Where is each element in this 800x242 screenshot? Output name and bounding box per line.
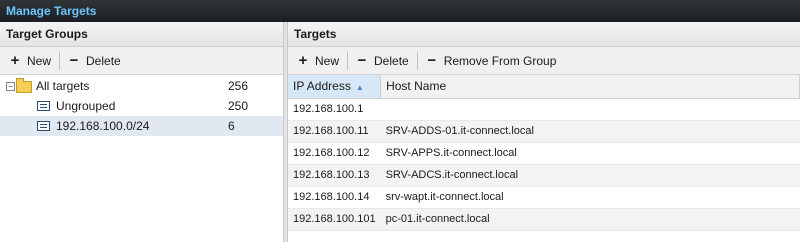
plus-icon: + bbox=[10, 51, 20, 69]
table-row[interactable]: 192.168.100.12 SRV-APPS.it-connect.local bbox=[288, 142, 800, 165]
column-header-host-name[interactable]: Host Name bbox=[380, 75, 800, 99]
minus-icon: − bbox=[69, 51, 79, 69]
toolbar-separator bbox=[59, 51, 61, 70]
host-cell: SRV-ADDS-01.it-connect.local bbox=[380, 120, 800, 143]
targets-panel: Targets + New − Delete − Remove From Gro… bbox=[288, 22, 800, 242]
minus-icon: − bbox=[357, 51, 367, 69]
column-header-ip-address[interactable]: IP Address ▲ bbox=[288, 75, 382, 99]
tree-item-label: All targets bbox=[36, 79, 90, 93]
sort-ascending-icon: ▲ bbox=[355, 83, 364, 93]
tree-item-count: 250 bbox=[228, 99, 249, 113]
targets-toolbar: + New − Delete − Remove From Group bbox=[288, 47, 800, 75]
remove-from-group-button[interactable]: − Remove From Group bbox=[421, 50, 562, 72]
group-icon bbox=[37, 101, 50, 111]
plus-icon: + bbox=[298, 51, 308, 69]
host-cell: srv-wapt.it-connect.local bbox=[380, 186, 800, 209]
collapse-icon[interactable]: − bbox=[6, 81, 15, 91]
targets-table: IP Address ▲ Host Name 192.168.100.1 192.… bbox=[288, 75, 800, 231]
window-title: Manage Targets bbox=[0, 0, 800, 22]
target-groups-panel: Target Groups + New − Delete − All targe… bbox=[0, 22, 283, 242]
table-row[interactable]: 192.168.100.13 SRV-ADCS.it-connect.local bbox=[288, 164, 800, 187]
column-header-label: Host Name bbox=[386, 79, 447, 94]
toolbar-separator bbox=[347, 51, 349, 70]
host-cell: SRV-APPS.it-connect.local bbox=[380, 142, 800, 165]
new-target-label: New bbox=[315, 53, 340, 68]
target-groups-header: Target Groups bbox=[0, 22, 283, 47]
table-row[interactable]: 192.168.100.11 SRV-ADDS-01.it-connect.lo… bbox=[288, 120, 800, 143]
target-groups-tree: − All targets 256 Ungrouped 250 192.168.… bbox=[0, 75, 283, 136]
tree-item-ungrouped[interactable]: Ungrouped 250 bbox=[0, 96, 283, 116]
table-row[interactable]: 192.168.100.14 srv-wapt.it-connect.local bbox=[288, 186, 800, 209]
tree-item-all-targets[interactable]: − All targets 256 bbox=[0, 76, 283, 96]
table-header-row: IP Address ▲ Host Name bbox=[288, 75, 800, 99]
tree-item-count: 6 bbox=[228, 119, 235, 133]
ip-cell: 192.168.100.101 bbox=[288, 208, 381, 231]
tree-item-label: Ungrouped bbox=[56, 99, 116, 113]
tree-item-count: 256 bbox=[228, 79, 249, 93]
delete-group-label: Delete bbox=[86, 53, 121, 68]
host-cell: SRV-ADCS.it-connect.local bbox=[380, 164, 800, 187]
ip-cell: 192.168.100.14 bbox=[288, 186, 381, 209]
minus-icon: − bbox=[427, 51, 437, 69]
delete-group-button[interactable]: − Delete bbox=[63, 50, 126, 72]
host-cell: pc-01.it-connect.local bbox=[380, 208, 800, 231]
target-groups-toolbar: + New − Delete bbox=[0, 47, 283, 75]
new-group-label: New bbox=[27, 53, 52, 68]
table-row[interactable]: 192.168.100.1 bbox=[288, 98, 800, 121]
delete-target-label: Delete bbox=[374, 53, 409, 68]
host-cell bbox=[380, 98, 800, 121]
group-icon bbox=[37, 121, 50, 131]
column-header-label: IP Address bbox=[293, 79, 351, 94]
new-group-button[interactable]: + New bbox=[4, 50, 56, 72]
folder-icon bbox=[16, 77, 32, 93]
ip-cell: 192.168.100.11 bbox=[288, 120, 381, 143]
ip-cell: 192.168.100.13 bbox=[288, 164, 381, 187]
toolbar-separator bbox=[416, 51, 418, 70]
remove-from-group-label: Remove From Group bbox=[443, 53, 557, 68]
ip-cell: 192.168.100.1 bbox=[288, 98, 381, 121]
ip-cell: 192.168.100.12 bbox=[288, 142, 381, 165]
tree-item-subnet-group[interactable]: 192.168.100.0/24 6 bbox=[0, 116, 283, 136]
targets-header: Targets bbox=[288, 22, 800, 47]
delete-target-button[interactable]: − Delete bbox=[351, 50, 414, 72]
table-row[interactable]: 192.168.100.101 pc-01.it-connect.local bbox=[288, 208, 800, 231]
tree-item-label: 192.168.100.0/24 bbox=[56, 119, 150, 133]
manage-targets-window: Manage Targets Target Groups + New − Del… bbox=[0, 0, 800, 242]
new-target-button[interactable]: + New bbox=[292, 50, 344, 72]
